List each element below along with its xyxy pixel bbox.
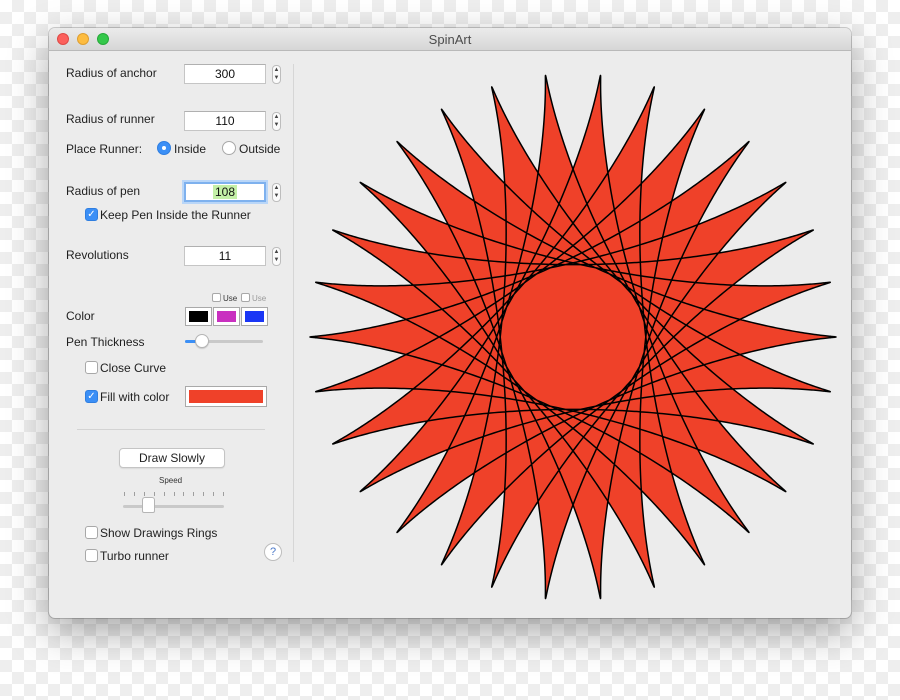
use-color-3-label: Use <box>252 294 267 303</box>
radius-runner-stepper[interactable]: ▲ ▼ <box>272 112 281 131</box>
fill-color-label[interactable]: Fill with color <box>100 390 169 404</box>
use-color-3-checkbox[interactable] <box>241 293 250 302</box>
drawing-canvas[interactable] <box>308 72 838 602</box>
speed-label: Speed <box>159 476 183 485</box>
radius-pen-label: Radius of pen <box>66 184 141 198</box>
window-title: SpinArt <box>428 32 472 47</box>
pen-thickness-knob[interactable] <box>195 334 210 348</box>
radius-anchor-stepper[interactable]: ▲ ▼ <box>272 65 281 84</box>
color-swatch-2 <box>217 311 236 322</box>
panel-divider <box>77 429 265 430</box>
revolutions-stepper[interactable]: ▲ ▼ <box>272 247 281 266</box>
title-bar: SpinArt <box>49 28 851 51</box>
radius-pen-field[interactable]: 108 <box>184 182 266 202</box>
draw-slowly-button[interactable]: Draw Slowly <box>119 448 225 468</box>
place-runner-inside-radio[interactable] <box>157 141 171 155</box>
color-swatch-3 <box>245 311 264 322</box>
speed-tick <box>163 492 165 496</box>
close-curve-checkbox[interactable] <box>85 361 98 374</box>
speed-tick <box>143 492 145 496</box>
place-runner-outside-label[interactable]: Outside <box>239 142 280 156</box>
turbo-runner-checkbox[interactable] <box>85 549 98 562</box>
fill-color-well[interactable] <box>185 386 267 407</box>
spirograph-figure <box>309 74 837 600</box>
help-button[interactable]: ? <box>264 543 282 561</box>
close-curve-label[interactable]: Close Curve <box>100 361 166 375</box>
speed-tick <box>173 492 175 496</box>
speed-tick <box>153 492 155 496</box>
revolutions-field[interactable]: 11 <box>184 246 266 266</box>
color-well-3[interactable] <box>241 307 268 326</box>
fill-color-checkbox[interactable]: ✓ <box>85 390 98 403</box>
speed-tick <box>223 492 224 496</box>
color-well-2[interactable] <box>213 307 240 326</box>
spirograph-curve <box>309 74 837 600</box>
pen-thickness-label: Pen Thickness <box>66 335 145 349</box>
speed-tick <box>203 492 205 496</box>
revolutions-label: Revolutions <box>66 248 129 262</box>
place-runner-inside-label[interactable]: Inside <box>174 142 206 156</box>
speed-tick <box>183 492 185 496</box>
speed-knob[interactable] <box>142 497 156 513</box>
spinart-window: SpinArt Radius of anchor 300 ▲ ▼ Radius o… <box>49 28 851 618</box>
fill-color-swatch <box>189 390 263 403</box>
radius-pen-stepper[interactable]: ▲ ▼ <box>272 183 281 202</box>
color-well-1[interactable] <box>185 307 212 326</box>
use-color-2-label: Use <box>223 294 238 303</box>
show-rings-label[interactable]: Show Drawings Rings <box>100 526 217 540</box>
use-color-2-checkbox[interactable] <box>212 293 221 302</box>
radius-runner-field[interactable]: 110 <box>184 111 266 131</box>
color-label: Color <box>66 309 95 323</box>
speed-tick <box>193 492 195 496</box>
radius-anchor-field[interactable]: 300 <box>184 64 266 84</box>
speed-tick <box>133 492 135 496</box>
keep-pen-inside-label[interactable]: Keep Pen Inside the Runner <box>100 208 251 222</box>
radius-pen-value[interactable]: 108 <box>212 185 238 199</box>
speed-slider[interactable] <box>123 505 224 508</box>
panel-separator <box>293 64 294 562</box>
speed-tick <box>213 492 215 496</box>
place-runner-label: Place Runner: <box>66 142 143 156</box>
radius-anchor-label: Radius of anchor <box>66 66 157 80</box>
color-swatch-1 <box>189 311 208 322</box>
keep-pen-inside-checkbox[interactable]: ✓ <box>85 208 98 221</box>
place-runner-outside-radio[interactable] <box>222 141 236 155</box>
radius-runner-label: Radius of runner <box>66 112 155 126</box>
turbo-runner-label[interactable]: Turbo runner <box>100 549 169 563</box>
show-rings-checkbox[interactable] <box>85 526 98 539</box>
speed-tick <box>124 492 125 496</box>
